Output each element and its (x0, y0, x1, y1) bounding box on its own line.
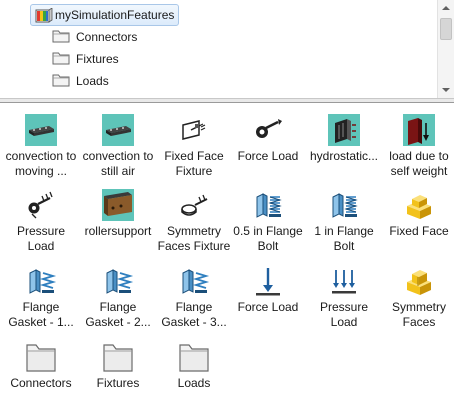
folder-icon (52, 50, 70, 69)
flange-bolt-icon (251, 188, 285, 222)
feature-tile[interactable]: Flange Gasket - 3... (156, 259, 232, 331)
flange-gasket-icon (24, 264, 58, 298)
feature-tile[interactable]: hydrostatic... (306, 108, 382, 180)
feature-tile[interactable]: 1 in Flange Bolt (306, 183, 382, 255)
tree-root-label: mySimulationFeatures (55, 8, 175, 22)
feature-tile-label: 1 in Flange Bolt (314, 224, 374, 253)
scroll-down-arrow-icon[interactable] (438, 82, 454, 98)
feature-tile-label: convection to moving ... (5, 149, 77, 178)
feature-tile[interactable]: rollersupport (80, 183, 156, 255)
flange-gasket-icon (177, 264, 211, 298)
feature-tile-label: Loads (177, 376, 211, 390)
tree-root-selection[interactable]: mySimulationFeatures (30, 4, 180, 27)
feature-tile-label: convection to still air (82, 149, 154, 178)
flange-gasket-icon (101, 264, 135, 298)
feature-tile-label: Force Load (237, 300, 299, 314)
symmetry-block-icon (402, 264, 436, 298)
feature-tile[interactable]: Fixed Face (381, 183, 454, 255)
feature-tile-label: Symmetry Faces (392, 300, 446, 329)
feature-tile[interactable]: Fixed Face Fixture (156, 108, 232, 180)
tree-item-label: Fixtures (76, 52, 119, 66)
fixed-face-icon (177, 113, 211, 147)
pressure-arrows-icon (327, 264, 361, 298)
pane-splitter[interactable] (0, 98, 454, 103)
feature-tile-label: Connectors (10, 376, 72, 390)
feature-tile-label: Flange Gasket - 2... (85, 300, 151, 329)
simulation-features-icon (35, 7, 53, 27)
feature-tile[interactable]: Force Load (230, 108, 306, 180)
feature-tile[interactable]: Connectors (3, 335, 79, 407)
feature-grid: convection to moving ... convection to s… (0, 108, 454, 414)
feature-tile[interactable]: convection to moving ... (3, 108, 79, 180)
flange-bolt-icon (327, 188, 361, 222)
feature-tile-label: load due to self weight (389, 149, 449, 178)
feature-tile-label: Symmetry Faces Fixture (157, 224, 231, 253)
feature-tile[interactable]: 0.5 in Flange Bolt (230, 183, 306, 255)
feature-tile[interactable]: Pressure Load (306, 259, 382, 331)
feature-tile[interactable]: Pressure Load (3, 183, 79, 255)
tree-item-fixtures[interactable]: Fixtures (52, 48, 119, 70)
feature-tile-label: 0.5 in Flange Bolt (233, 224, 303, 253)
folder-icon (24, 340, 58, 374)
feature-tile[interactable]: Flange Gasket - 2... (80, 259, 156, 331)
feature-tile[interactable]: Flange Gasket - 1... (3, 259, 79, 331)
fixed-face-block-icon (402, 188, 436, 222)
convection-icon (101, 113, 135, 147)
feature-tile-label: Fixtures (96, 376, 140, 390)
convection-icon (24, 113, 58, 147)
feature-tile-label: Force Load (237, 149, 299, 163)
roller-support-icon (101, 188, 135, 222)
feature-tile[interactable]: convection to still air (80, 108, 156, 180)
force-arrow-icon (251, 264, 285, 298)
self-weight-icon (402, 113, 436, 147)
feature-tile[interactable]: load due to self weight (381, 108, 454, 180)
force-load-icon (251, 113, 285, 147)
feature-tile[interactable]: Force Load (230, 259, 306, 331)
feature-tree: mySimulationFeatures Connectors Fixtures (0, 0, 454, 98)
feature-tile[interactable]: Loads (156, 335, 232, 407)
symmetry-fixture-icon (177, 188, 211, 222)
feature-tile-label: Fixed Face (389, 224, 449, 238)
feature-tile-label: Pressure Load (16, 224, 66, 253)
tree-item-loads[interactable]: Loads (52, 70, 109, 92)
tree-item-label: Loads (76, 74, 109, 88)
feature-tile[interactable]: Fixtures (80, 335, 156, 407)
feature-tile-label: Flange Gasket - 3... (161, 300, 227, 329)
scroll-up-arrow-icon[interactable] (438, 0, 454, 16)
feature-tile-label: Fixed Face Fixture (164, 149, 224, 178)
feature-tile-label: Flange Gasket - 1... (8, 300, 74, 329)
tree-root-item[interactable]: mySimulationFeatures (30, 4, 180, 27)
folder-icon (52, 72, 70, 91)
feature-tile-label: Pressure Load (319, 300, 369, 329)
tree-item-connectors[interactable]: Connectors (52, 26, 137, 48)
feature-tile-label: hydrostatic... (309, 149, 379, 163)
folder-icon (52, 28, 70, 47)
tree-item-label: Connectors (76, 30, 138, 44)
tree-scrollbar[interactable] (437, 0, 454, 98)
feature-tile[interactable]: Symmetry Faces Fixture (156, 183, 232, 255)
folder-icon (101, 340, 135, 374)
feature-tile[interactable]: Symmetry Faces (381, 259, 454, 331)
feature-tile-label: rollersupport (84, 224, 152, 238)
pressure-load-part-icon (24, 188, 58, 222)
scroll-thumb[interactable] (440, 18, 452, 40)
hydrostatic-icon (327, 113, 361, 147)
folder-icon (177, 340, 211, 374)
